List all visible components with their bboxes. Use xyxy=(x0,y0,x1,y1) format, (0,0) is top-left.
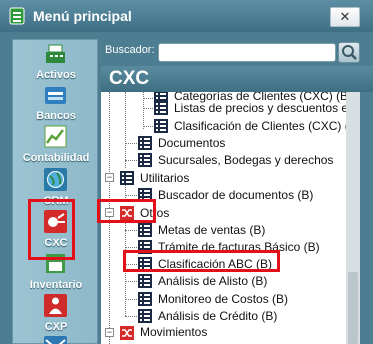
tree-item[interactable]: Monitoreo de Costos (B) xyxy=(158,292,288,306)
menu-app-icon xyxy=(9,7,25,25)
list-item-icon xyxy=(138,274,152,288)
list-item-icon xyxy=(138,309,152,323)
ledger-chart-icon xyxy=(44,125,67,148)
sidebar-item-label: Bancos xyxy=(36,110,76,122)
tree-folder[interactable]: Utilitarios xyxy=(140,171,189,185)
search-label: Buscador: xyxy=(105,44,155,56)
shuffle-folder-icon xyxy=(120,326,134,340)
main-menu-window: Menú principal ✕ Activos Bancos Contabil… xyxy=(0,0,373,344)
list-item-icon xyxy=(154,119,168,133)
tree-item[interactable]: Metas de ventas (B) xyxy=(158,223,265,237)
module-sidebar[interactable]: Activos Bancos Contabilidad CRM CXC Inve… xyxy=(12,39,98,344)
abc-highlight-frame xyxy=(123,250,280,272)
tree-folder[interactable]: Movimientos xyxy=(140,325,207,339)
list-item-icon xyxy=(154,101,168,115)
close-button[interactable]: ✕ xyxy=(330,7,360,27)
window-title: Menú principal xyxy=(33,8,132,24)
title-bar[interactable]: Menú principal ✕ xyxy=(0,0,373,32)
sidebar-item-label: CXP xyxy=(44,321,68,333)
list-item-icon xyxy=(138,153,152,167)
tree-item[interactable]: Listas de precios y descuentos e xyxy=(174,101,346,115)
section-header: CXC xyxy=(101,66,373,92)
collapse-toggle[interactable]: − xyxy=(105,328,114,337)
cash-register-icon xyxy=(46,44,65,63)
sidebar-item-label: Inventario xyxy=(29,279,83,291)
tree-item[interactable]: Documentos xyxy=(158,136,225,150)
tree-item[interactable]: Sucursales, Bodegas y derechos xyxy=(158,153,333,167)
folder-list-icon xyxy=(120,171,134,185)
sidebar-item-label: Contabilidad xyxy=(22,152,90,164)
otros-highlight-frame xyxy=(97,199,156,223)
scrollbar-thumb[interactable] xyxy=(348,272,358,344)
payable-person-icon xyxy=(44,294,67,317)
search-input[interactable] xyxy=(158,43,336,62)
section-title: CXC xyxy=(109,68,150,89)
list-item-icon xyxy=(138,136,152,150)
search-button[interactable] xyxy=(338,42,360,63)
sidebar-item-label: Activos xyxy=(36,69,76,81)
tree-item[interactable]: Clasificación de Clientes (CXC) ( xyxy=(174,119,346,133)
cxc-highlight-frame xyxy=(28,199,75,260)
close-icon: ✕ xyxy=(339,9,351,24)
search-icon xyxy=(342,45,357,60)
collapse-toggle[interactable]: − xyxy=(105,173,114,182)
list-item-icon xyxy=(138,223,152,237)
tree-item[interactable]: Análisis de Alisto (B) xyxy=(158,274,267,288)
tree-item[interactable]: Buscador de documentos (B) xyxy=(158,188,313,202)
tree-item[interactable]: Análisis de Crédito (B) xyxy=(158,309,277,323)
globe-icon xyxy=(44,168,67,191)
list-item-icon xyxy=(138,292,152,306)
bank-building-icon xyxy=(45,87,66,104)
mail-icon xyxy=(44,336,67,344)
